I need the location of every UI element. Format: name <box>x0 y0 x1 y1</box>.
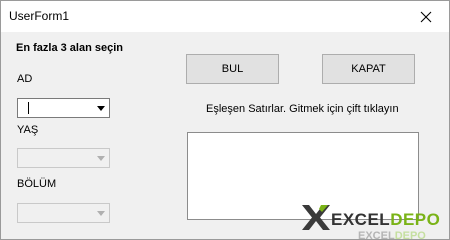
close-button[interactable]: KAPAT <box>322 54 415 84</box>
chevron-down-icon <box>97 105 105 111</box>
field-label-bolum: BÖLÜM <box>17 178 57 190</box>
userform-window: UserForm1 En fazla 3 alan seçin AD YAŞ B… <box>0 0 450 240</box>
window-title: UserForm1 <box>9 9 70 23</box>
bolum-combobox[interactable] <box>17 203 110 223</box>
text-caret <box>28 102 29 114</box>
chevron-down-icon <box>97 155 105 161</box>
ad-dropdown-button[interactable] <box>93 99 109 117</box>
logo-wordmark: EXCELDEPO <box>331 210 440 229</box>
results-hint: Eşleşen Satırlar. Gitmek için çift tıkla… <box>206 103 399 115</box>
exceldepo-logo: EXCELDEPO EXCELDEPO <box>302 205 440 240</box>
find-button[interactable]: BUL <box>186 54 279 84</box>
field-label-ad: AD <box>17 73 33 85</box>
logo-reflection: EXCELDEPO <box>358 230 426 240</box>
title-bar: UserForm1 <box>1 1 449 32</box>
ad-combobox[interactable] <box>17 98 110 118</box>
logo-x-mark <box>302 205 330 230</box>
field-label-yas: YAŞ <box>17 124 39 136</box>
form-heading: En fazla 3 alan seçin <box>16 42 123 54</box>
yas-dropdown-button[interactable] <box>93 149 109 167</box>
bolum-dropdown-button[interactable] <box>93 204 109 222</box>
yas-combobox[interactable] <box>17 148 110 168</box>
close-window-button[interactable] <box>403 1 449 32</box>
close-icon <box>420 11 432 22</box>
chevron-down-icon <box>97 210 105 216</box>
